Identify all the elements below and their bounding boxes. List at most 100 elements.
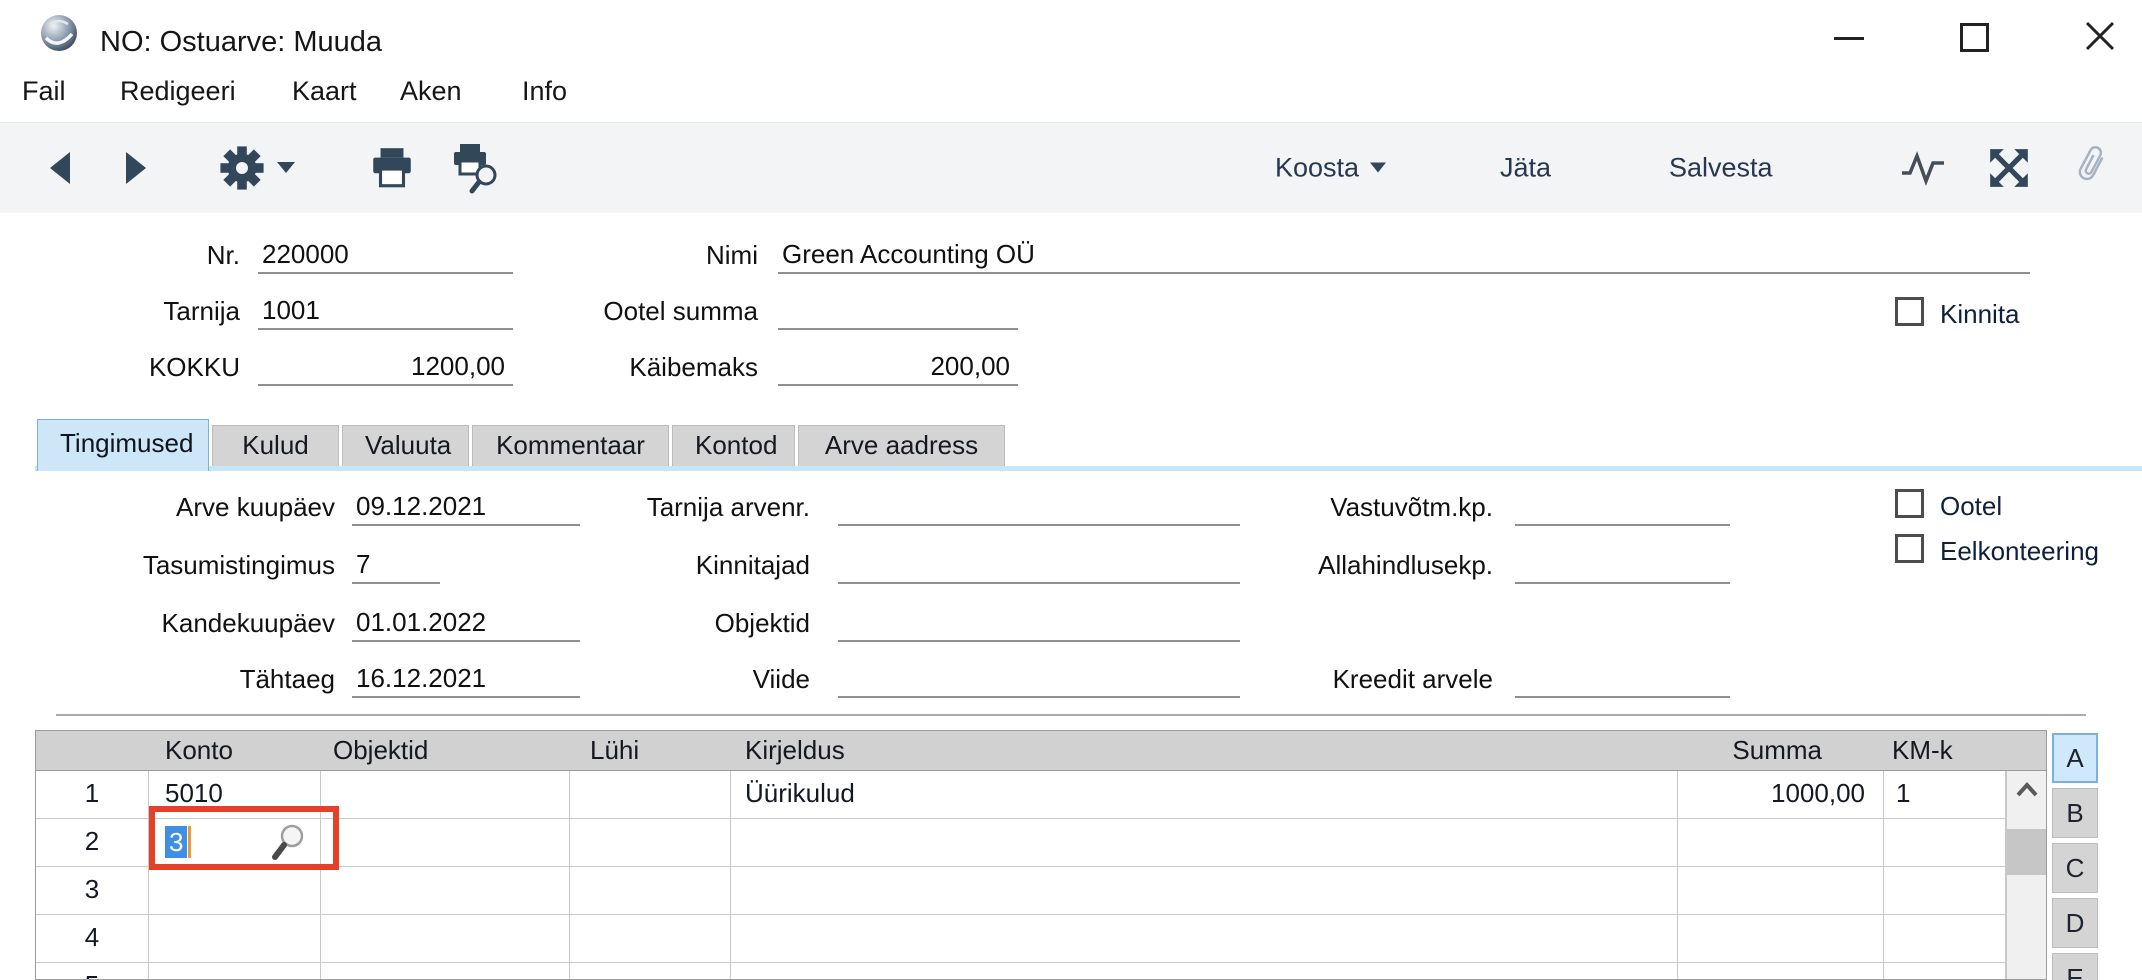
kinnitajad-label: Kinnitajad (562, 550, 810, 581)
activity-pulse-button[interactable] (1900, 150, 1946, 186)
grid-side-tab-c[interactable]: C (2052, 843, 2098, 893)
menu-fail[interactable]: Fail (22, 76, 66, 107)
kinnita-label: Kinnita (1940, 299, 2020, 330)
ootel-summa-label: Ootel summa (520, 296, 758, 327)
col-luhi-header[interactable]: Lühi (570, 731, 731, 770)
menu-kaart[interactable]: Kaart (292, 76, 357, 107)
row-number: 4 (36, 915, 149, 962)
viide-field[interactable] (838, 660, 1240, 698)
section-separator (56, 714, 2086, 716)
grid-side-tab-e[interactable]: E (2052, 953, 2098, 980)
close-button[interactable] (2083, 19, 2117, 53)
app-window: NO: Ostuarve: Muuda Fail Redigeeri Kaart… (0, 0, 2142, 980)
nimi-label: Nimi (560, 240, 758, 271)
kreedit-arvele-field[interactable] (1515, 660, 1730, 698)
eelkonteering-checkbox[interactable] (1895, 534, 1924, 563)
tab-valuuta[interactable]: Valuuta (342, 425, 469, 466)
grid-side-tab-d[interactable]: D (2052, 898, 2098, 948)
row-number: 3 (36, 867, 149, 914)
scrollbar-thumb[interactable] (2007, 829, 2047, 875)
nr-field[interactable]: 220000 (258, 236, 513, 274)
arve-kuupaev-label: Arve kuupäev (35, 492, 335, 523)
menu-info[interactable]: Info (522, 76, 567, 107)
tarnija-arvenr-label: Tarnija arvenr. (562, 492, 810, 523)
koosta-label: Koosta (1275, 153, 1359, 184)
nimi-field[interactable]: Green Accounting OÜ (778, 236, 2030, 274)
col-kirjeldus-header[interactable]: Kirjeldus (731, 731, 1678, 770)
grid-vertical-scrollbar[interactable] (2006, 771, 2047, 980)
tab-tingimused[interactable]: Tingimused (37, 419, 209, 471)
window-title: NO: Ostuarve: Muuda (100, 26, 382, 59)
vastuvotm-kp-label: Vastuvõtm.kp. (1245, 492, 1493, 523)
kandekuupaev-label: Kandekuupäev (35, 608, 335, 639)
tarnija-arvenr-field[interactable] (838, 488, 1240, 526)
grid-header-row: Konto Objektid Lühi Kirjeldus Summa KM-k (36, 731, 2046, 771)
app-logo-icon (38, 12, 80, 54)
tarnija-field[interactable]: 1001 (258, 292, 513, 330)
col-summa-header[interactable]: Summa (1678, 731, 1884, 770)
ootel-checkbox[interactable] (1895, 489, 1924, 518)
kaibemaks-label: Käibemaks (520, 352, 758, 383)
kinnitajad-field[interactable] (838, 546, 1240, 584)
koosta-dropdown-button[interactable]: Koosta (1275, 153, 1387, 184)
tab-strip-baseline (35, 466, 2142, 471)
maximize-button[interactable] (1960, 23, 1989, 52)
grid-side-tab-a[interactable]: A (2052, 733, 2098, 783)
tab-arve-aadress[interactable]: Arve aadress (798, 425, 1005, 466)
allahindlusekp-field[interactable] (1515, 546, 1730, 584)
tasumistingimus-field[interactable]: 7 (352, 546, 440, 584)
title-bar: NO: Ostuarve: Muuda (0, 0, 2142, 60)
col-konto-header[interactable]: Konto (149, 731, 321, 770)
kaibemaks-field[interactable]: 200,00 (778, 348, 1018, 386)
table-row[interactable]: 3 (36, 867, 2046, 915)
vastuvotm-kp-field[interactable] (1515, 488, 1730, 526)
tab-kommentaar[interactable]: Kommentaar (472, 425, 669, 466)
menu-aken[interactable]: Aken (400, 76, 462, 107)
viide-label: Viide (562, 664, 810, 695)
grid-side-tab-b[interactable]: B (2052, 788, 2098, 838)
arve-kuupaev-field[interactable]: 09.12.2021 (352, 488, 580, 526)
scroll-up-icon[interactable] (2015, 781, 2039, 804)
row-number: 5 (36, 963, 149, 980)
ootel-summa-field[interactable] (778, 292, 1018, 330)
ootel-label: Ootel (1940, 491, 2002, 522)
attachments-paperclip-button[interactable] (2072, 143, 2106, 194)
objektid-label: Objektid (562, 608, 810, 639)
gear-dropdown-caret-icon (276, 161, 296, 175)
kokku-label: KOKKU (60, 352, 240, 383)
menu-bar: Fail Redigeeri Kaart Aken Info (0, 60, 2142, 122)
print-button[interactable] (368, 144, 416, 192)
kokku-field[interactable]: 1200,00 (258, 348, 513, 386)
row-number: 2 (36, 819, 149, 866)
tarnija-label: Tarnija (60, 296, 240, 327)
editing-cell-focus-box (149, 806, 339, 870)
col-objektid-header[interactable]: Objektid (321, 731, 570, 770)
toolbar: Koosta Jäta Salvesta (0, 122, 2142, 213)
menu-redigeeri[interactable]: Redigeeri (120, 76, 236, 107)
next-record-button[interactable] (124, 150, 150, 186)
col-kmk-header[interactable]: KM-k (1884, 731, 2006, 770)
jata-button[interactable]: Jäta (1500, 153, 1551, 184)
print-preview-button[interactable] (448, 142, 502, 194)
kinnita-checkbox[interactable] (1895, 297, 1924, 326)
tab-kulud[interactable]: Kulud (212, 425, 339, 466)
kreedit-arvele-label: Kreedit arvele (1245, 664, 1493, 695)
objektid-field[interactable] (838, 604, 1240, 642)
tasumistingimus-label: Tasumistingimus (35, 550, 335, 581)
table-row[interactable]: 5 (36, 963, 2046, 980)
previous-record-button[interactable] (46, 150, 72, 186)
settings-gear-button[interactable] (218, 144, 296, 192)
tab-kontod[interactable]: Kontod (672, 425, 795, 466)
koosta-caret-icon (1369, 162, 1387, 175)
row-number: 1 (36, 771, 149, 818)
tahtaeg-field[interactable]: 16.12.2021 (352, 660, 580, 698)
expand-window-button[interactable] (1986, 145, 2032, 191)
tahtaeg-label: Tähtaeg (35, 664, 335, 695)
table-row[interactable]: 4 (36, 915, 2046, 963)
eelkonteering-label: Eelkonteering (1940, 536, 2099, 567)
minimize-button[interactable] (1834, 37, 1864, 40)
kandekuupaev-field[interactable]: 01.01.2022 (352, 604, 580, 642)
allahindlusekp-label: Allahindlusekp. (1245, 550, 1493, 581)
rownum-header (36, 731, 149, 770)
salvesta-button[interactable]: Salvesta (1669, 153, 1773, 184)
